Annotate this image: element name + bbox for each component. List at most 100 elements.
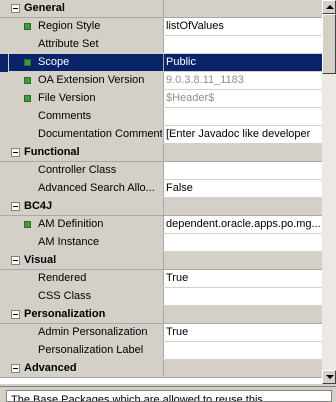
property-row[interactable]: CSS Class [0,288,322,306]
property-label: Scope [38,56,70,68]
category-title: Visual [24,254,57,266]
property-row[interactable]: Personalization Label [0,342,322,360]
required-marker-icon [24,77,31,84]
collapse-icon[interactable] [11,4,20,13]
property-value-field[interactable] [164,108,322,125]
category-visual[interactable]: Visual [0,252,322,270]
property-label: Controller Class [38,164,117,176]
property-value-field[interactable] [164,288,322,305]
property-name[interactable]: CSS Class [9,288,164,305]
property-value: False [166,182,193,194]
property-row[interactable]: AM Instance [0,234,322,252]
category-title: BC4J [24,200,53,212]
property-name[interactable]: Scope [9,54,164,71]
category-title: Personalization [24,308,106,320]
property-name[interactable]: Comments [9,108,164,125]
property-label: Region Style [38,20,101,32]
property-label: CSS Class [38,290,92,302]
property-name[interactable]: AM Instance [9,234,164,251]
property-grid: General Region Style listOfValues Attribute… [0,0,323,384]
property-value-field[interactable]: [Enter Javadoc like developer [164,126,322,143]
property-row[interactable]: Controller Class [0,162,322,180]
property-value: dependent.oracle.apps.po.mg... [166,218,321,230]
property-value-field[interactable] [164,162,322,179]
property-value-field[interactable]: listOfValues [164,18,322,35]
property-label: Comments [38,110,92,122]
property-name[interactable]: OA Extension Version [9,72,164,89]
category-title: Functional [24,146,80,158]
property-name[interactable]: Controller Class [9,162,164,179]
required-marker-icon [24,221,31,228]
property-row[interactable]: Rendered True [0,270,322,288]
required-marker-icon [24,23,31,30]
property-name[interactable]: Rendered [9,270,164,287]
property-label: AM Instance [38,236,100,248]
collapse-icon[interactable] [11,310,20,319]
required-marker-icon [24,95,31,102]
property-row[interactable]: Admin Personalization True [0,324,322,342]
property-name[interactable]: Attribute Set [9,36,164,53]
property-value: True [166,326,189,338]
category-advanced[interactable]: Advanced [0,360,322,378]
property-row[interactable]: Attribute Set [0,36,322,54]
property-row[interactable]: Advanced Search Allo... False [0,180,322,198]
property-label: Admin Personalization [38,326,148,338]
property-value-field[interactable]: True [164,270,322,287]
property-value: listOfValues [166,20,224,32]
property-row[interactable]: Region Style listOfValues [0,18,322,36]
property-name[interactable]: Documentation Comment [9,126,164,143]
property-value-field[interactable]: False [164,180,322,197]
property-name[interactable]: AM Definition [9,216,164,233]
collapse-icon[interactable] [11,364,20,373]
splitter[interactable] [0,386,336,389]
property-row[interactable]: Comments [0,108,322,126]
property-row[interactable]: Documentation Comment [Enter Javadoc like… [0,126,322,144]
arrow-up-icon [326,5,334,9]
collapse-icon[interactable] [11,202,20,211]
property-row[interactable]: OA Extension Version 9.0.3.8.11_1183 [0,72,322,90]
property-name[interactable]: Personalization Label [9,342,164,359]
property-value-field[interactable]: Public [164,54,322,71]
property-label: Personalization Label [38,344,144,356]
property-value: True [166,272,189,284]
description-text: The Base Packages which are allowed to r… [11,394,263,402]
category-title: General [24,2,65,14]
property-name[interactable]: Admin Personalization [9,324,164,341]
category-functional[interactable]: Functional [0,144,322,162]
vertical-scrollbar[interactable] [322,0,336,384]
property-label: Documentation Comment [38,128,162,140]
property-label: Attribute Set [38,38,99,50]
property-row[interactable]: File Version $Header$ [0,90,322,108]
scroll-thumb[interactable] [322,14,336,74]
property-name[interactable]: File Version [9,90,164,107]
property-value-field[interactable]: True [164,324,322,341]
property-name[interactable]: Advanced Search Allo... [9,180,164,197]
property-value: [Enter Javadoc like developer [166,128,311,140]
property-label: Rendered [38,272,87,284]
property-value: $Header$ [166,92,215,104]
description-pane: The Base Packages which are allowed to r… [6,390,332,402]
property-value-field[interactable]: dependent.oracle.apps.po.mg... [164,216,322,233]
category-general[interactable]: General [0,0,322,18]
property-value-field[interactable] [164,342,322,359]
category-personalization[interactable]: Personalization [0,306,322,324]
scroll-up-button[interactable] [322,0,336,14]
scroll-down-button[interactable] [322,370,336,384]
collapse-icon[interactable] [11,256,20,265]
property-value-field[interactable]: $Header$ [164,90,322,107]
property-row[interactable]: AM Definition dependent.oracle.apps.po.mg… [0,216,322,234]
collapse-icon[interactable] [11,148,20,157]
required-marker-icon [24,59,31,66]
property-name[interactable]: Region Style [9,18,164,35]
category-bc4j[interactable]: BC4J [0,198,322,216]
property-value-field[interactable] [164,234,322,251]
property-inspector: General Region Style listOfValues Attribute… [0,0,336,402]
property-row[interactable]: Scope Public [0,54,322,72]
property-value: Public [166,56,196,68]
property-label: Advanced Search Allo... [38,182,155,194]
property-value-field[interactable] [164,36,322,53]
property-label: OA Extension Version [38,74,145,86]
property-label: File Version [38,92,96,104]
property-value-field[interactable]: 9.0.3.8.11_1183 [164,72,322,89]
property-label: AM Definition [38,218,104,230]
